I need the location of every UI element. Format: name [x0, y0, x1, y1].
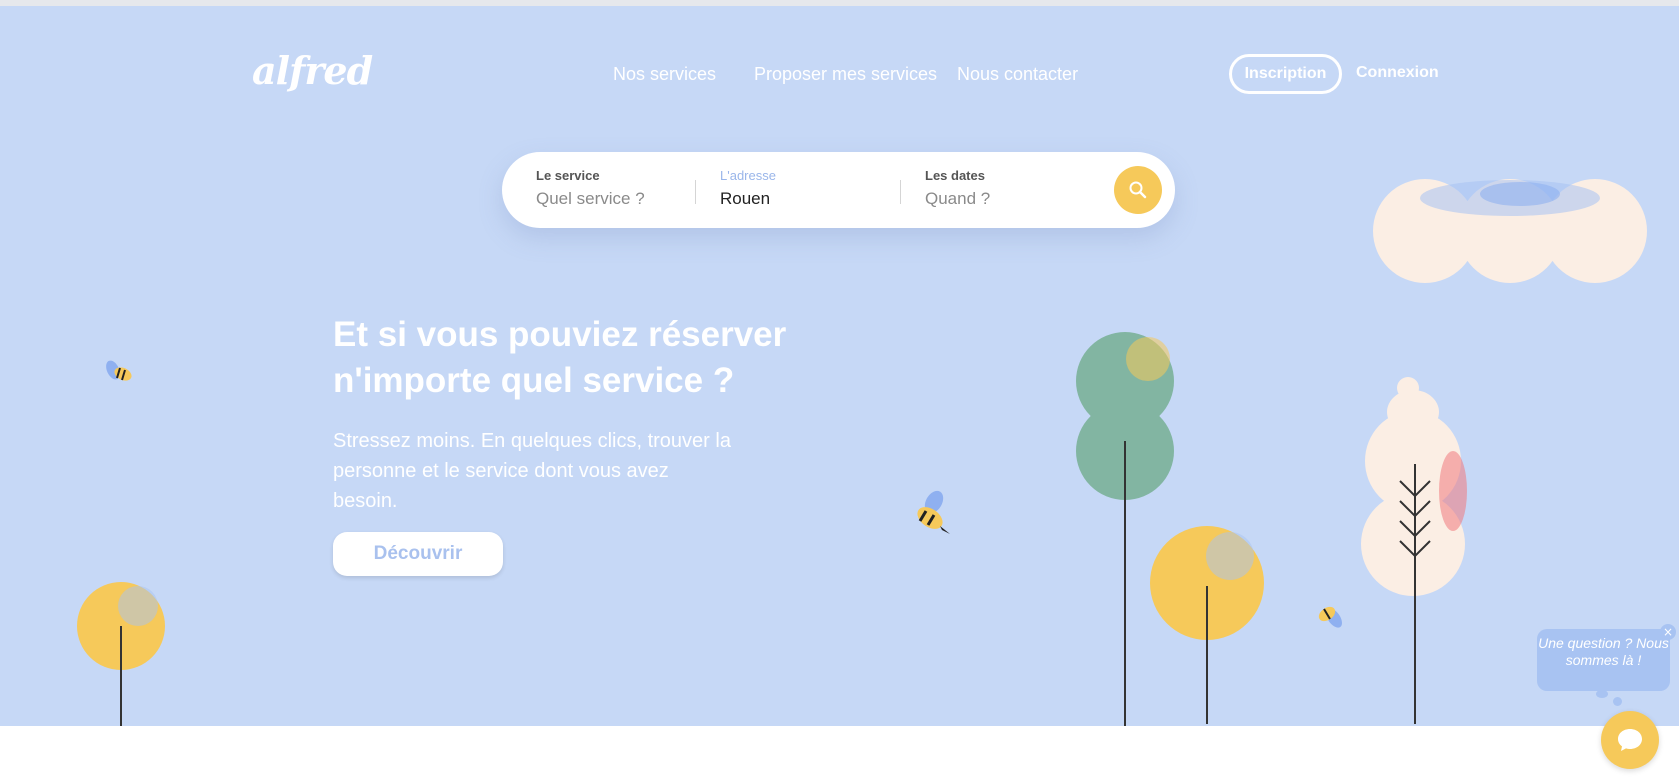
chat-launcher-button[interactable] [1601, 711, 1659, 769]
address-input[interactable] [720, 189, 870, 209]
chat-bubble[interactable]: Une question ? Nous sommes là ! [1537, 629, 1670, 691]
service-label: Le service [536, 168, 600, 183]
discover-button[interactable]: Découvrir [333, 532, 503, 576]
service-input[interactable] [536, 189, 686, 209]
search-bar: Le service L'adresse Les dates [502, 152, 1175, 228]
search-divider [695, 180, 696, 204]
chat-icon [1618, 729, 1642, 751]
search-divider [900, 180, 901, 204]
bee-icon [1318, 606, 1342, 628]
dates-input[interactable] [925, 189, 1075, 209]
nav-proposer-mes-services[interactable]: Proposer mes services [754, 64, 937, 85]
bee-icon [106, 360, 132, 381]
hero-title: Et si vous pouviez réserver n'importe qu… [333, 315, 787, 400]
address-field[interactable]: L'adresse [720, 164, 870, 214]
content-section [0, 726, 1679, 780]
cloud-illustration [1373, 179, 1647, 283]
chat-close-button[interactable]: × [1660, 624, 1676, 640]
small-yellow-tree-illustration [77, 582, 165, 726]
chat-bubble-tail [1596, 690, 1608, 698]
alfred-logo[interactable]: alfred [252, 48, 373, 93]
signup-button[interactable]: Inscription [1229, 54, 1342, 94]
address-label: L'adresse [720, 168, 776, 183]
dates-field[interactable]: Les dates [925, 164, 1075, 214]
search-button[interactable] [1114, 166, 1162, 214]
login-button[interactable]: Connexion [1356, 64, 1439, 82]
service-field[interactable]: Le service [536, 164, 686, 214]
hero-subtitle: Stressez moins. En quelques clics, trouv… [333, 430, 731, 512]
chat-bubble-tail [1613, 697, 1622, 706]
bee-icon [917, 490, 950, 534]
dates-label: Les dates [925, 168, 985, 183]
hero-section: alfred Nos services Proposer mes service… [0, 6, 1679, 726]
yellow-tree-illustration [1150, 526, 1264, 724]
nav-nous-contacter[interactable]: Nous contacter [957, 64, 1078, 85]
search-icon [1129, 181, 1147, 199]
cream-tree-illustration [1361, 377, 1467, 724]
nav-nos-services[interactable]: Nos services [613, 64, 716, 85]
